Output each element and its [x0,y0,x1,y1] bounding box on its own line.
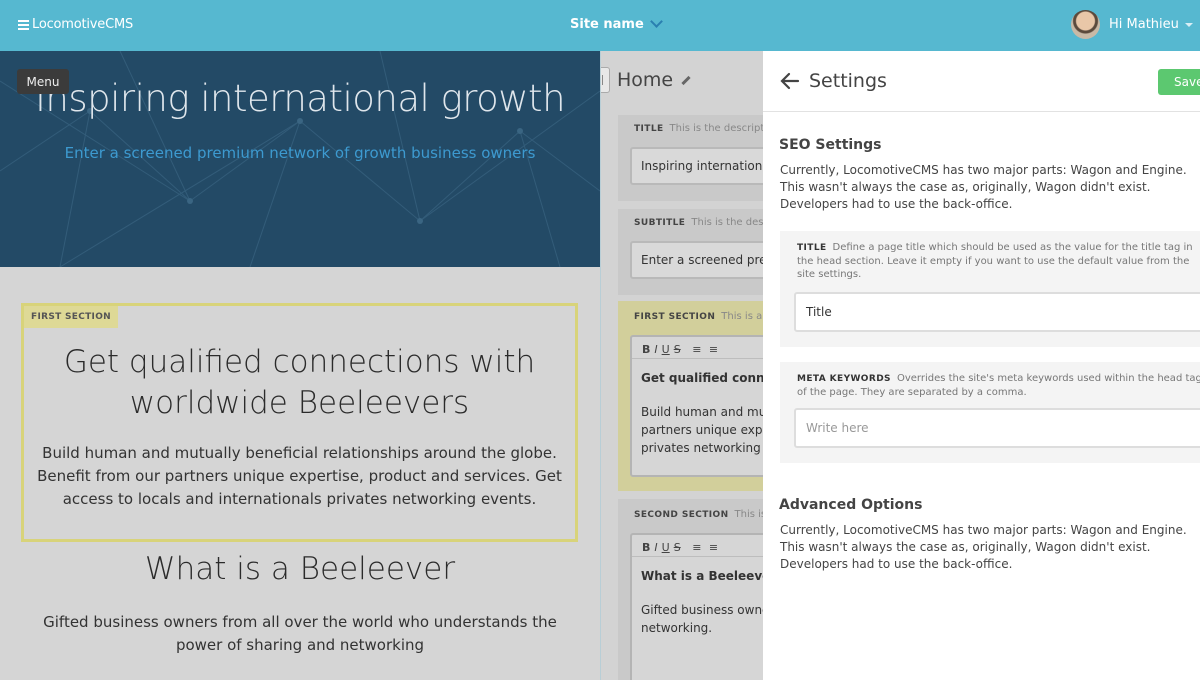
subtitle-input[interactable]: Enter a screened premium network [630,241,763,279]
first-section-title: Get qualified connections with worldwide… [63,344,536,421]
site-name: Site name [570,17,644,32]
hero-section: Inspiring international growth Enter a s… [0,51,600,267]
settings-header: Settings Save [763,51,1200,112]
strike-button[interactable]: S [674,541,681,554]
field-label: SUBTITLEThis is the description [634,217,763,228]
title-setting-group: TITLE Define a page title which should be… [780,231,1200,347]
strike-button[interactable]: S [674,343,681,356]
underline-button[interactable]: U [662,541,670,554]
italic-button[interactable]: I [654,541,657,554]
resize-handle[interactable] [601,67,610,93]
hero-title: Inspiring international growth [34,77,566,120]
list-icon[interactable]: ≡ [709,343,718,356]
chevron-down-icon [649,15,663,28]
editor-toolbar: BIUS ≡ ≡ [632,535,763,557]
italic-button[interactable]: I [654,343,657,356]
back-arrow-icon[interactable] [780,71,800,91]
seo-heading: SEO Settings [779,137,882,153]
page-title-text: Home [617,69,674,91]
editor-heading: What is a Beeleever [641,569,763,583]
title-input[interactable]: Inspiring international growth [630,147,763,185]
bold-button[interactable]: B [642,343,650,356]
field-label: FIRST SECTIONThis is a description [634,311,763,322]
content-editor: Home TITLEThis is the description Inspir… [600,51,763,680]
seo-description: Currently, LocomotiveCMS has two major p… [780,163,1187,211]
top-navbar: LocomotiveCMS Site name Hi Mathieu [0,0,1200,51]
meta-keywords-input[interactable]: Write here [794,408,1200,448]
list-icon[interactable]: ≡ [709,541,718,554]
editor-line: privates networking events [641,441,763,455]
meta-keywords-group: META KEYWORDS Overrides the site's meta k… [780,362,1200,463]
logo-icon [18,19,29,30]
subtitle-field-group: SUBTITLEThis is the description Enter a … [618,209,763,295]
menu-button[interactable]: Menu [17,69,69,94]
avatar [1071,10,1100,39]
first-section-preview[interactable]: FIRST SECTION Get qualified connections … [21,303,578,542]
user-greeting: Hi Mathieu [1109,17,1179,32]
second-section-title: What is a Beeleever [144,551,456,587]
meta-keywords-label: META KEYWORDS Overrides the site's meta k… [797,373,1200,398]
rich-text-editor[interactable]: BIUS ≡ ≡ Get qualified connections Build… [630,335,763,477]
editor-line: partners unique expertise [641,423,763,437]
field-label: TITLEThis is the description [634,123,763,134]
title-field-group: TITLEThis is the description Inspiring i… [618,115,763,201]
bold-button[interactable]: B [642,541,650,554]
editor-heading: Get qualified connections [641,371,763,385]
pencil-icon[interactable] [681,75,691,85]
settings-title: Settings [809,70,887,92]
site-switcher[interactable]: Site name [570,15,663,32]
editor-line: Build human and mutually [641,405,763,419]
second-section-field-group: SECOND SECTIONThis is a description BIUS… [618,499,763,680]
section-tag: FIRST SECTION [24,306,118,328]
first-section-text: Build human and mutually beneficial rela… [37,444,562,508]
editor-toolbar: BIUS ≡ ≡ [632,337,763,359]
title-setting-label: TITLE Define a page title which should be… [797,242,1193,280]
logo-text: LocomotiveCMS [32,17,134,32]
align-icon[interactable]: ≡ [692,343,701,356]
logo[interactable]: LocomotiveCMS [18,17,133,32]
underline-button[interactable]: U [662,343,670,356]
settings-panel: Settings Save SEO Settings Currently, Lo… [763,51,1200,680]
save-button[interactable]: Save [1158,69,1200,95]
hero-subtitle: Enter a screened premium network of grow… [64,144,536,162]
field-label: SECOND SECTIONThis is a description [634,509,763,520]
caret-down-icon [1184,22,1193,27]
advanced-description: Currently, LocomotiveCMS has two major p… [780,523,1187,571]
advanced-heading: Advanced Options [779,497,923,513]
editor-line: Gifted business owners [641,603,763,617]
align-icon[interactable]: ≡ [692,541,701,554]
page-preview: Inspiring international growth Enter a s… [0,51,600,680]
first-section-field-group: FIRST SECTIONThis is a description BIUS … [618,301,763,491]
rich-text-editor[interactable]: BIUS ≡ ≡ What is a Beeleever Gifted busi… [630,533,763,680]
editor-line: networking. [641,621,713,635]
seo-title-input[interactable]: Title [794,292,1200,332]
second-section-text: Gifted business owners from all over the… [43,613,557,654]
page-title: Home [617,69,691,91]
user-menu[interactable]: Hi Mathieu [1071,10,1193,39]
